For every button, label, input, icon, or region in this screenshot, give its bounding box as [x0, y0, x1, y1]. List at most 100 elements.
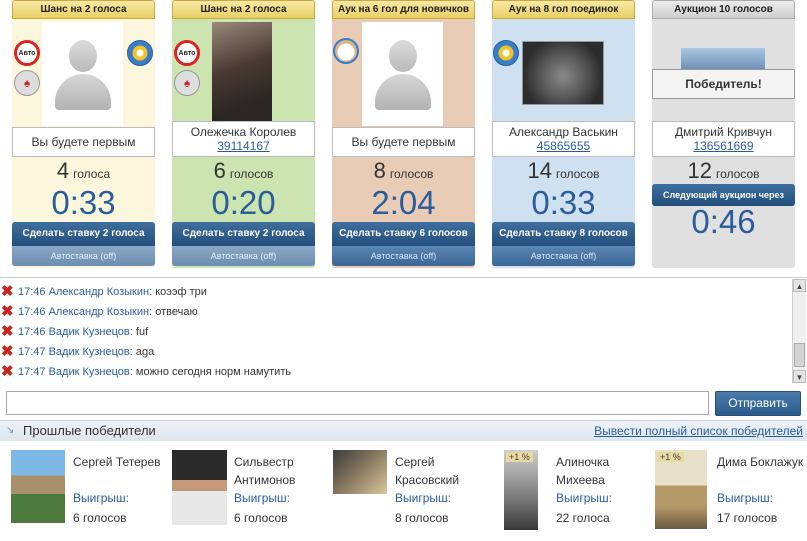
winner-name[interactable]: Сергей Красовский: [395, 453, 490, 489]
winner-banner: Победитель!: [652, 69, 795, 99]
auction-page: Шанс на 2 голоса Авто ♠ Вы будете первым…: [0, 0, 807, 541]
x-icon[interactable]: ✖: [1, 344, 15, 359]
auction-tab[interactable]: Аук на 6 гол для новичков: [332, 0, 475, 19]
bid-button[interactable]: Сделать ставку 8 голосов: [492, 222, 635, 246]
auction-tab[interactable]: Шанс на 2 голоса: [12, 0, 155, 19]
winner-photo[interactable]: +1 %: [655, 450, 707, 529]
avatar-placeholder: [42, 22, 123, 126]
winner-name[interactable]: Сергей Тетерев: [73, 453, 168, 471]
auction-tab[interactable]: Аукцион 10 голосов: [652, 0, 795, 19]
card-icon: ♠: [174, 70, 200, 96]
autobid-button[interactable]: Автоставка (off): [172, 246, 315, 266]
arrow-up-icon[interactable]: ▲: [793, 279, 806, 292]
countdown-timer: 0:33: [51, 184, 116, 221]
vote-count: 8 голосов: [332, 158, 475, 184]
auction-card-5: Аукцион 10 голосов Победитель! Дмитрий К…: [652, 0, 795, 268]
full-winners-link[interactable]: Вывести полный список победителей: [594, 424, 803, 438]
winner-name[interactable]: Дима Боклажук: [717, 453, 807, 471]
no-auto-icon: Авто: [14, 40, 40, 66]
leader-name: Александр Васькин: [509, 125, 618, 139]
bonus-badge: +1 %: [657, 452, 684, 462]
bid-button[interactable]: Сделать ставку 2 голоса: [12, 222, 155, 246]
chat-text: aga: [135, 346, 155, 358]
leader-photo: [212, 22, 272, 121]
countdown-timer: 2:04: [371, 184, 436, 221]
winner-photo[interactable]: +1 %: [504, 450, 538, 530]
prize-label: Выигрыш:: [556, 491, 612, 505]
vote-count: 12 голосов: [652, 158, 795, 184]
leader-photo: [522, 41, 604, 105]
chat-scrollbar[interactable]: ▲ ▼: [792, 279, 806, 383]
winner-photo[interactable]: [172, 450, 227, 525]
vote-count: 14 голосов: [492, 158, 635, 184]
chat-text: fuf: [135, 326, 149, 338]
leader-id-link[interactable]: 45865655: [493, 139, 634, 153]
vote-number: 6: [213, 158, 226, 183]
no-auto-icon: Авто: [174, 40, 200, 66]
autobid-button[interactable]: Автоставка (off): [492, 246, 635, 266]
prize-amount: 17 голосов: [717, 511, 778, 525]
prize-label: Выигрыш:: [717, 491, 773, 505]
prize-amount: 22 голоса: [556, 511, 610, 525]
leader-box: Олежечка Королев 39114167: [172, 121, 315, 157]
countdown-timer: 0:33: [531, 184, 596, 221]
chat-input[interactable]: [6, 391, 709, 415]
chat-text: отвечаю: [155, 306, 198, 318]
x-icon[interactable]: ✖: [1, 324, 15, 339]
leader-name: Дмитрий Кривчун: [674, 125, 773, 139]
bid-button[interactable]: Сделать ставку 2 голоса: [172, 222, 315, 246]
prize-image: [681, 48, 765, 70]
x-icon[interactable]: ✖: [1, 284, 15, 299]
winner-name[interactable]: Сильвестр Антимонов: [234, 453, 329, 489]
x-icon[interactable]: ✖: [1, 364, 15, 379]
scroll-thumb[interactable]: [794, 343, 805, 367]
card-icon: ♠: [14, 70, 40, 96]
autobid-button[interactable]: Автоставка (off): [332, 246, 475, 266]
prize-amount: 6 голосов: [234, 511, 288, 525]
chat-author[interactable]: Вадик Кузнецов: [49, 346, 130, 358]
prize-label: Выигрыш:: [234, 491, 290, 505]
winner-photo[interactable]: [11, 450, 65, 523]
vote-count: 6 голосов: [172, 158, 315, 184]
winner-photo[interactable]: [333, 450, 387, 494]
winner-item: Сергей Красовский Выигрыш: 8 голосов: [333, 450, 493, 535]
x-icon[interactable]: ✖: [1, 304, 15, 319]
leader-id-link[interactable]: 136561669: [653, 139, 794, 153]
auction-card-1: Шанс на 2 голоса Авто ♠ Вы будете первым…: [12, 0, 155, 268]
leader-box: Александр Васькин 45865655: [492, 121, 635, 157]
send-button[interactable]: Отправить: [715, 391, 801, 416]
vote-number: 8: [373, 158, 386, 183]
chat-author[interactable]: Вадик Кузнецов: [49, 366, 130, 378]
bonus-badge: +1 %: [506, 452, 533, 462]
vote-unit: голосов: [229, 167, 274, 181]
leader-name: Олежечка Королев: [190, 125, 297, 139]
vote-count: 4 голоса: [12, 158, 155, 184]
arrow-down-right-icon: ↘: [6, 425, 15, 436]
chat-text: коээф три: [155, 286, 207, 298]
gear-icon: [127, 40, 153, 66]
winner-item: +1 % Дима Боклажук Выигрыш: 17 голосов: [655, 450, 807, 535]
chat-author[interactable]: Вадик Кузнецов: [49, 326, 130, 338]
leader-box: Вы будете первым: [12, 127, 155, 157]
chat-author[interactable]: Александр Козыкин: [49, 286, 149, 298]
winner-item: Сергей Тетерев Выигрыш: 6 голосов: [11, 450, 171, 535]
prize-label: Выигрыш:: [73, 491, 129, 505]
winner-item: +1 % Алиночка Михеева Выигрыш: 22 голоса: [494, 450, 654, 535]
chat-time: 17:46: [18, 326, 46, 338]
leader-box: Вы будете первым: [332, 127, 475, 157]
arrow-down-icon[interactable]: ▼: [793, 370, 806, 383]
avatar-placeholder: [362, 22, 443, 126]
prize-amount: 6 голосов: [73, 511, 127, 525]
chat-author[interactable]: Александр Козыкин: [49, 306, 149, 318]
leader-id-link[interactable]: 39114167: [173, 139, 314, 153]
next-auction-timer: 0:46: [691, 203, 756, 240]
autobid-button[interactable]: Автоставка (off): [12, 246, 155, 266]
chat-time: 17:46: [18, 306, 46, 318]
auction-tab[interactable]: Шанс на 2 голоса: [172, 0, 315, 19]
prize-label: Выигрыш:: [395, 491, 451, 505]
winner-name[interactable]: Алиночка Михеева: [556, 453, 651, 489]
bid-button[interactable]: Сделать ставку 6 голосов: [332, 222, 475, 246]
prize-amount: 8 голосов: [395, 511, 449, 525]
coin-icon: [493, 40, 519, 66]
auction-tab[interactable]: Аук на 8 гол поединок: [492, 0, 635, 19]
